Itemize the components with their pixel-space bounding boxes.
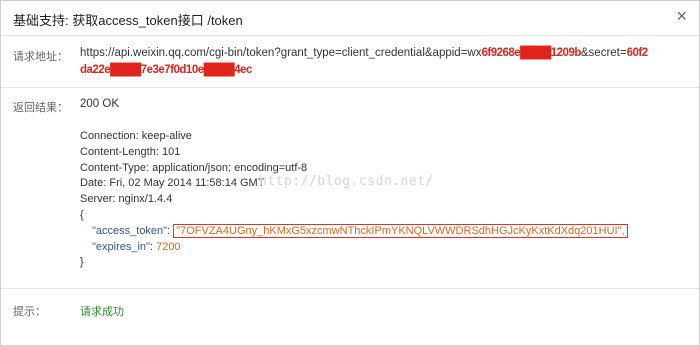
- result-label: 返回结果：: [13, 102, 68, 114]
- request-url: https://api.weixin.qq.com/cgi-bin/token?…: [80, 45, 690, 79]
- request-url-prefix: https://api.weixin.qq.com/cgi-bin/token?…: [80, 47, 482, 59]
- redacted-appid: 6f9268e████1209b: [481, 47, 581, 59]
- request-url-label: 请求地址：: [13, 51, 68, 63]
- expires-in-value: 7200: [156, 240, 181, 253]
- section-divider: [1, 288, 699, 289]
- json-open-brace: {: [80, 208, 84, 221]
- dialog-header: 基础支持: 获取access_token接口 /token ×: [1, 1, 699, 36]
- redacted-secret: 60f2: [626, 47, 649, 59]
- close-icon[interactable]: ×: [676, 7, 687, 25]
- watermark: http://blog.csdn.net/: [259, 174, 434, 189]
- api-debug-dialog: 基础支持: 获取access_token接口 /token × 请求地址： ht…: [0, 0, 700, 346]
- dialog-title: 基础支持: 获取access_token接口 /token: [13, 13, 243, 28]
- response-status: 200 OK: [80, 98, 119, 110]
- expires-in-key: "expires_in": [92, 240, 150, 253]
- success-message: 请求成功: [80, 306, 124, 318]
- section-divider: [1, 87, 699, 88]
- response-body: Connection: keep-alive Content-Length: 1…: [80, 129, 628, 271]
- json-expires-in-line: "expires_in": 7200: [80, 240, 628, 256]
- header-line: Content-Length: 101: [80, 145, 181, 158]
- header-line: Server: nginx/1.4.4: [80, 193, 173, 206]
- request-url-secret-param: &secret=: [580, 47, 627, 59]
- header-line: Connection: keep-alive: [80, 130, 192, 142]
- access-token-value: "7OFVZA4UGny_hKMxG5xzcmwNThckIPmYKNQLVWW…: [173, 223, 628, 238]
- json-close-brace: }: [80, 256, 84, 269]
- access-token-key: "access_token": [92, 224, 168, 237]
- redacted-secret-line2: da22e████7e3e7f0d10e████4ec: [80, 64, 252, 76]
- json-access-token-line: "access_token": "7OFVZA4UGny_hKMxG5xzcmw…: [80, 223, 628, 240]
- hint-label: 提示：: [13, 306, 46, 318]
